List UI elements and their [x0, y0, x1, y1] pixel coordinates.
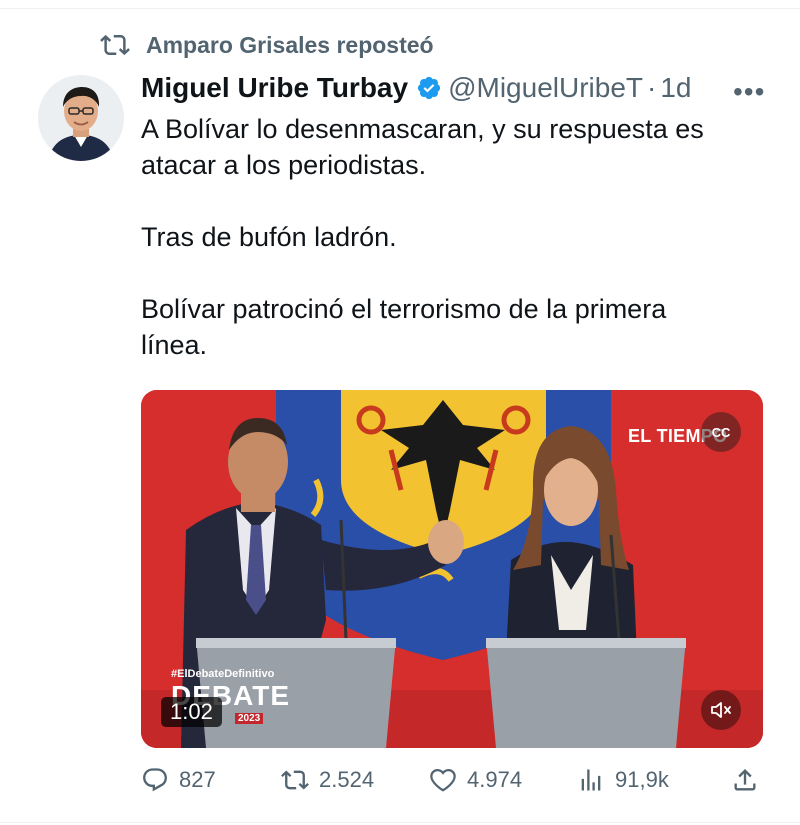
mute-button[interactable] [701, 690, 741, 730]
heart-icon [430, 768, 456, 792]
reply-count: 827 [179, 767, 216, 792]
speaker-muted-icon [711, 702, 731, 718]
repost-count: 2.524 [319, 767, 375, 792]
action-bar: 827 2.524 4.974 91,9k [141, 766, 761, 800]
repost-button[interactable]: 2.524 [281, 766, 374, 794]
repost-icon [281, 770, 309, 790]
bottom-divider [0, 822, 800, 823]
avatar-portrait [38, 75, 124, 161]
share-button[interactable] [731, 766, 769, 794]
tweet-header: Miguel Uribe Turbay @MiguelUribeT · 1d [141, 72, 691, 104]
author-avatar[interactable] [38, 75, 124, 161]
author-name[interactable]: Miguel Uribe Turbay [141, 72, 408, 104]
verified-badge-icon [417, 76, 441, 100]
views-button[interactable]: 91,9k [577, 766, 669, 794]
share-icon [734, 769, 756, 791]
video-player[interactable]: EL TIEMPO CC #ElDebateDefinitivo DEBATE … [141, 390, 763, 748]
top-divider [0, 8, 800, 9]
repost-icon [100, 34, 130, 56]
more-options-icon[interactable]: ••• [733, 76, 765, 108]
view-count: 91,9k [615, 767, 669, 792]
separator-dot: · [647, 72, 657, 103]
views-icon [581, 769, 601, 791]
tweet-paragraph: A Bolívar lo desenmascaran, y su respues… [141, 114, 704, 180]
tweet-paragraph: Tras de bufón ladrón. [141, 222, 397, 252]
like-count: 4.974 [467, 767, 523, 792]
video-hashtag: #ElDebateDefinitivo [171, 668, 275, 680]
repost-context[interactable]: Amparo Grisales reposteó [100, 30, 434, 60]
author-handle[interactable]: @MiguelUribeT [448, 72, 643, 104]
reply-button[interactable]: 827 [141, 766, 216, 794]
captions-button[interactable]: CC [701, 412, 741, 452]
video-duration: 1:02 [161, 697, 222, 727]
repost-label: Amparo Grisales reposteó [146, 31, 434, 58]
tweet-text: A Bolívar lo desenmascaran, y su respues… [141, 111, 781, 363]
debate-year: 2023 [235, 713, 264, 724]
reply-icon [143, 768, 167, 792]
tweet-paragraph: Bolívar patrocinó el terrorismo de la pr… [141, 294, 667, 360]
tweet-time[interactable]: 1d [660, 72, 691, 104]
like-button[interactable]: 4.974 [429, 766, 522, 794]
